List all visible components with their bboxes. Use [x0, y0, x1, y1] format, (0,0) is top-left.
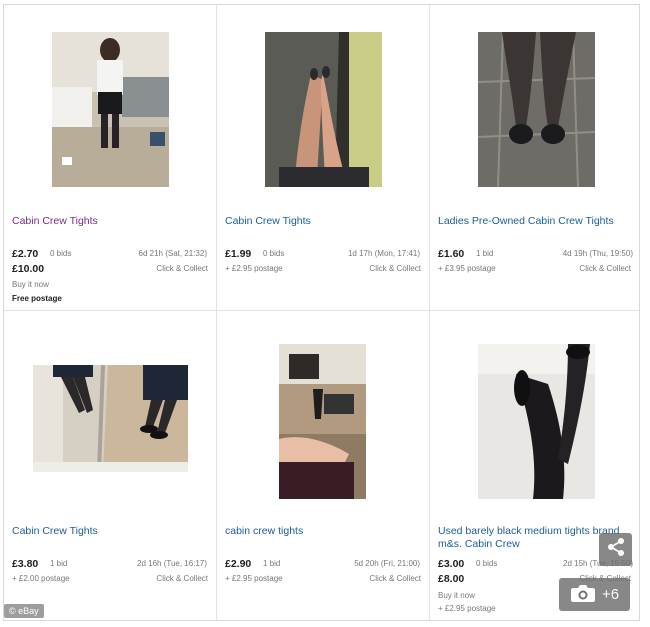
postage: + £2.95 postage: [225, 574, 283, 583]
time-left: 6d 21h (Sat, 21:32): [138, 249, 208, 258]
click-collect: Click & Collect: [369, 264, 421, 273]
price: £1.60: [438, 248, 465, 260]
listing-grid-frame: Cabin Crew Tights £2.70 0 bids 6d 21h (S…: [3, 4, 640, 621]
listing-photo[interactable]: [33, 365, 188, 472]
price: £2.70: [12, 248, 39, 260]
listing-title[interactable]: cabin crew tights: [225, 525, 420, 538]
time-left: 1d 17h (Mon, 17:41): [347, 249, 420, 258]
bid-count: 0 bids: [476, 559, 498, 568]
listing-photo[interactable]: [478, 32, 595, 187]
buy-it-now-label: Buy it now: [12, 280, 49, 289]
listing-photo[interactable]: [478, 344, 595, 499]
click-collect: Click & Collect: [579, 264, 631, 273]
listing-card[interactable]: cabin crew tights £2.90 1 bid 5d 20h (Fr…: [217, 311, 430, 620]
listing-photo[interactable]: [279, 344, 366, 499]
listing-card[interactable]: Cabin Crew Tights £2.70 0 bids 6d 21h (S…: [4, 5, 217, 311]
price: £3.00: [438, 558, 465, 570]
listing-card[interactable]: Used barely black medium tights brand m&…: [430, 311, 639, 620]
postage: + £2.95 postage: [438, 604, 496, 613]
time-left: 5d 20h (Fri, 21:00): [354, 559, 420, 568]
bid-count: 0 bids: [263, 249, 285, 258]
listing-title[interactable]: Cabin Crew Tights: [12, 215, 207, 228]
buy-it-now-label: Buy it now: [438, 591, 475, 600]
camera-icon: [570, 583, 596, 607]
click-collect: Click & Collect: [156, 574, 208, 583]
share-button[interactable]: [599, 533, 632, 566]
price: £2.90: [225, 558, 252, 570]
time-left: 4d 19h (Thu, 19:50): [562, 249, 633, 258]
price-row: £3.80 1 bid 2d 16h (Tue, 16:17): [12, 558, 207, 572]
listing-card[interactable]: Cabin Crew Tights £3.80 1 bid 2d 16h (Tu…: [4, 311, 217, 620]
photo-gallery-button[interactable]: +6: [559, 578, 630, 611]
bid-count: 1 bid: [263, 559, 281, 568]
listing-card[interactable]: Ladies Pre-Owned Cabin Crew Tights £1.60…: [430, 5, 639, 311]
share-icon: [606, 537, 626, 562]
click-collect: Click & Collect: [156, 264, 208, 273]
listing-grid: Cabin Crew Tights £2.70 0 bids 6d 21h (S…: [4, 5, 639, 620]
listing-title[interactable]: Cabin Crew Tights: [12, 525, 207, 538]
postage: + £2.95 postage: [225, 264, 283, 273]
photo-count: +6: [601, 586, 620, 603]
listing-title[interactable]: Ladies Pre-Owned Cabin Crew Tights: [438, 215, 633, 228]
click-collect: Click & Collect: [369, 574, 421, 583]
price-row: £1.99 0 bids 1d 17h (Mon, 17:41): [225, 248, 420, 262]
bid-count: 1 bid: [50, 559, 68, 568]
ebay-watermark: © eBay: [4, 604, 44, 618]
price: £1.99: [225, 248, 252, 260]
price-row: £1.60 1 bid 4d 19h (Thu, 19:50): [438, 248, 633, 262]
price: £3.80: [12, 558, 39, 570]
postage: Free postage: [12, 294, 62, 303]
buy-it-now-price: £8.00: [438, 573, 465, 585]
listing-photo[interactable]: [52, 32, 169, 187]
bid-count: 1 bid: [476, 249, 494, 258]
listing-photo[interactable]: [265, 32, 382, 187]
buy-it-now-price: £10.00: [12, 263, 45, 275]
bid-count: 0 bids: [50, 249, 72, 258]
listing-title[interactable]: Cabin Crew Tights: [225, 215, 420, 228]
postage: + £3.95 postage: [438, 264, 496, 273]
postage: + £2.00 postage: [12, 574, 70, 583]
time-left: 2d 16h (Tue, 16:17): [137, 559, 207, 568]
price-row: £2.70 0 bids 6d 21h (Sat, 21:32): [12, 248, 207, 262]
price-row: £2.90 1 bid 5d 20h (Fri, 21:00): [225, 558, 420, 572]
listing-card[interactable]: Cabin Crew Tights £1.99 0 bids 1d 17h (M…: [217, 5, 430, 311]
